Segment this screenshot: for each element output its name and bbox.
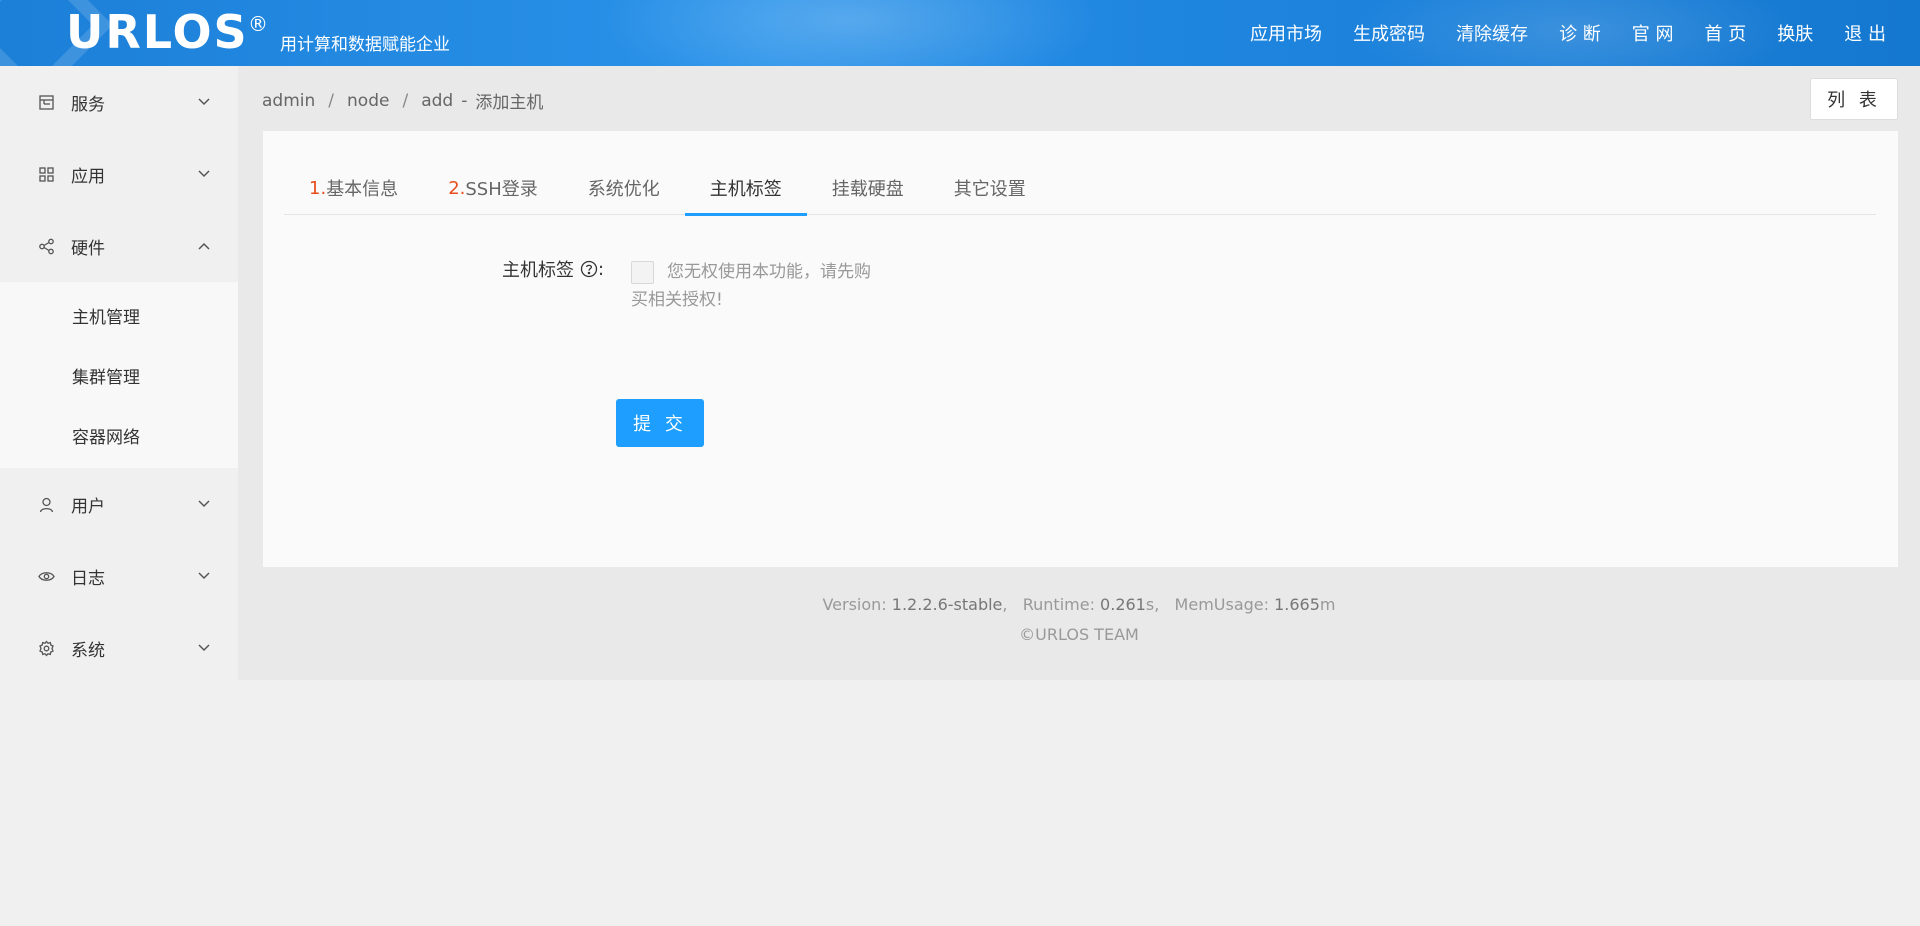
- hardware-submenu: 主机管理 集群管理 容器网络: [0, 282, 238, 468]
- tab-label: 挂载硬盘: [831, 179, 904, 200]
- tab-system-optimize[interactable]: 系统优化: [563, 161, 685, 215]
- sidebar: 服务 应用 硬件 主机管理 集群管理 容器网络 用户 日志 系统: [0, 66, 238, 926]
- mem-value: 1.665: [1274, 595, 1320, 614]
- tab-label: 其它设置: [953, 179, 1026, 200]
- sidebar-item-users[interactable]: 用户: [0, 468, 238, 540]
- nav-official-site[interactable]: 官 网: [1632, 20, 1674, 46]
- grid-icon: [37, 165, 55, 183]
- nav-generate-password[interactable]: 生成密码: [1353, 20, 1425, 46]
- sidebar-subitem-cluster-management[interactable]: 集群管理: [0, 345, 238, 405]
- tab-ssh-login[interactable]: 2. SSH登录: [423, 161, 563, 215]
- sidebar-subitem-container-network[interactable]: 容器网络: [0, 405, 238, 465]
- tab-mount-disk[interactable]: 挂载硬盘: [807, 161, 929, 215]
- breadcrumb-add: add: [421, 90, 454, 111]
- sidebar-item-logs[interactable]: 日志: [0, 540, 238, 612]
- copyright: ©URLOS TEAM: [1019, 625, 1139, 644]
- tab-basic-info[interactable]: 1. 基本信息: [284, 161, 423, 215]
- tab-bar: 1. 基本信息 2. SSH登录 系统优化 主机标签 挂载硬盘 其它设置: [284, 161, 1876, 216]
- tab-other-settings[interactable]: 其它设置: [929, 161, 1051, 215]
- header-decoration: [600, 0, 1100, 66]
- nav-logout[interactable]: 退 出: [1844, 20, 1886, 46]
- tab-number: 1.: [309, 177, 327, 199]
- chevron-down-icon: [196, 166, 212, 182]
- tab-label: 基本信息: [326, 179, 399, 200]
- label-colon: :: [598, 258, 605, 280]
- sidebar-item-label: 服务: [71, 94, 105, 115]
- chevron-down-icon: [196, 640, 212, 656]
- tab-host-tags[interactable]: 主机标签: [684, 161, 807, 216]
- sidebar-item-label: 系统: [71, 640, 105, 661]
- list-button[interactable]: 列 表: [1810, 78, 1898, 120]
- shop-icon: [37, 93, 55, 111]
- top-nav: 应用市场 生成密码 清除缓存 诊 断 官 网 首 页 换肤 退 出: [1219, 0, 1886, 66]
- host-tags-label: 主机标签 :: [502, 256, 604, 282]
- sidebar-item-apps[interactable]: 应用: [0, 138, 238, 210]
- nav-diagnose[interactable]: 诊 断: [1559, 20, 1601, 46]
- chevron-up-icon: [196, 238, 212, 254]
- gear-icon: [37, 639, 55, 657]
- submit-button[interactable]: 提 交: [616, 399, 704, 447]
- breadcrumb-separator: /: [328, 90, 335, 111]
- tab-number: 2.: [448, 177, 466, 199]
- sidebar-item-services[interactable]: 服务: [0, 66, 238, 138]
- breadcrumb: admin / node / add - 添加主机: [262, 88, 544, 114]
- nav-change-skin[interactable]: 换肤: [1777, 20, 1813, 46]
- form-card: 1. 基本信息 2. SSH登录 系统优化 主机标签 挂载硬盘 其它设置: [263, 131, 1898, 567]
- top-header: URLOS ® 用计算和数据赋能企业 应用市场 生成密码 清除缓存 诊 断 官 …: [0, 0, 1920, 66]
- mem-unit: m: [1319, 595, 1336, 614]
- user-icon: [37, 495, 55, 513]
- tab-label: 系统优化: [587, 179, 660, 200]
- chevron-down-icon: [196, 94, 212, 110]
- nav-home[interactable]: 首 页: [1705, 20, 1747, 46]
- slogan: 用计算和数据赋能企业: [280, 35, 450, 55]
- footer-stats: Version: 1.2.2.6-stable, Runtime: 0.261s…: [238, 590, 1920, 620]
- runtime-unit: s,: [1145, 595, 1160, 614]
- tab-label: SSH登录: [465, 179, 538, 200]
- tab-label: 主机标签: [709, 179, 782, 200]
- footer: Version: 1.2.2.6-stable, Runtime: 0.261s…: [238, 590, 1920, 650]
- breadcrumb-dash: -: [461, 90, 468, 111]
- chevron-down-icon: [196, 568, 212, 584]
- version-value: 1.2.2.6-stable: [891, 595, 1003, 614]
- question-circle-icon[interactable]: [580, 260, 598, 278]
- breadcrumb-admin[interactable]: admin: [262, 91, 315, 111]
- nav-app-market[interactable]: 应用市场: [1250, 20, 1322, 46]
- sidebar-item-label: 日志: [71, 568, 105, 589]
- nav-clear-cache[interactable]: 清除缓存: [1456, 20, 1528, 46]
- share-icon: [37, 237, 55, 255]
- mem-label: MemUsage:: [1159, 595, 1275, 614]
- sidebar-subitem-host-management[interactable]: 主机管理: [0, 285, 238, 345]
- sidebar-item-label: 硬件: [71, 238, 105, 259]
- logo[interactable]: URLOS: [66, 6, 249, 58]
- page-title: 添加主机: [475, 93, 544, 113]
- chevron-down-icon: [196, 496, 212, 512]
- breadcrumb-separator: /: [402, 90, 409, 111]
- runtime-label: , Runtime:: [1002, 595, 1101, 614]
- eye-icon: [37, 567, 55, 585]
- version-label: Version:: [822, 595, 892, 614]
- sidebar-item-system[interactable]: 系统: [0, 612, 238, 684]
- breadcrumb-node[interactable]: node: [347, 91, 389, 111]
- sidebar-item-label: 应用: [71, 166, 105, 187]
- no-permission-message: 您无权使用本功能，请先购买相关授权!: [631, 262, 871, 310]
- sidebar-item-hardware[interactable]: 硬件: [0, 210, 238, 282]
- runtime-value: 0.261: [1100, 595, 1146, 614]
- sidebar-item-label: 用户: [71, 496, 105, 517]
- field-label: 主机标签: [502, 260, 574, 281]
- logo-registered-mark: ®: [248, 12, 268, 36]
